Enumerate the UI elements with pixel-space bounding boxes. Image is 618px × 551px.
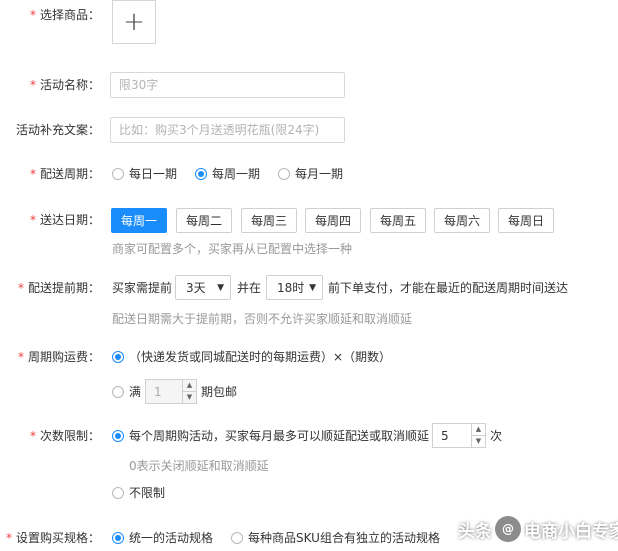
chevron-up-icon[interactable]: ▲ [472,424,485,435]
advance-hint: 配送日期需大于提前期，否则不允许买家顺延和取消顺延 [112,312,413,326]
required-mark: * [29,429,36,443]
cycle-monthly-radio[interactable]: 每月一期 [278,164,343,184]
advance-days-value: 3天 [186,281,206,295]
spec-unified-label: 统一的活动规格 [129,531,214,545]
times-limit-label-text: 次数限制： [39,429,100,443]
radio-icon [231,532,244,544]
chevron-down-icon[interactable]: ▼ [183,391,196,403]
shipping-formula-label: （快递发货或同城配送时的每期运费）×（期数） [129,350,392,364]
chevron-down-icon[interactable]: ▼ [472,435,485,447]
limit-unlimited-radio[interactable]: 不限制 [112,483,165,503]
day-button-tue[interactable]: 每周二 [176,208,232,233]
stepper-arrows: ▲ ▼ [182,380,196,403]
radio-icon [112,168,124,180]
shipping-free-radio[interactable]: 满 [112,382,141,402]
shipping-formula-radio[interactable]: （快递发货或同城配送时的每期运费）×（期数） [112,347,391,367]
advance-days-select[interactable]: 3天 ▼ [175,275,231,300]
radio-checked-icon [195,168,208,180]
chevron-up-icon[interactable]: ▲ [183,380,196,391]
limit-count-value: 5 [441,428,449,443]
caret-down-icon: ▼ [309,282,316,293]
delivery-date-hint: 商家可配置多个，买家再从已配置中选择一种 [112,242,353,256]
limit-hint: 0表示关闭顺延和取消顺延 [129,459,269,473]
required-mark: * [5,531,12,545]
radio-checked-icon [112,430,124,442]
advance-mid: 并在 [237,281,262,295]
delivery-date-label: * 送达日期： [0,210,100,230]
required-mark: * [29,213,36,227]
delivery-cycle-label: * 配送周期： [0,164,100,184]
select-goods-label: * 选择商品： [0,5,100,25]
activity-supplement-input[interactable] [110,117,345,143]
radio-checked-icon [112,351,124,363]
limit-unit: 次 [490,429,503,443]
purchase-spec-label: * 设置购买规格： [0,528,100,548]
delivery-cycle-options: 每日一期 每周一期 每月一期 [112,164,361,184]
times-limit-label: * 次数限制： [0,426,100,446]
cycle-weekly-radio[interactable]: 每周一期 [195,164,260,184]
purchase-spec-label-text: 设置购买规格： [15,531,100,545]
limit-unlimited-label: 不限制 [129,486,166,500]
advance-hour-value: 18时 [277,281,305,295]
cycle-shipping-label: * 周期购运费： [0,347,100,367]
spec-independent-label: 每种商品SKU组合有独立的活动规格 [248,531,440,545]
limit-count-stepper[interactable]: 5 ▲ ▼ [432,423,486,448]
limit-per-activity-radio[interactable]: 每个周期购活动，买家每月最多可以顺延配送或取消顺延 [112,426,429,446]
day-button-sun[interactable]: 每周日 [498,208,554,233]
activity-name-label: * 活动名称： [0,75,100,95]
shipping-free-prefix: 满 [129,385,142,399]
radio-icon [112,487,124,499]
spec-independent-radio[interactable]: 每种商品SKU组合有独立的活动规格 [231,528,440,548]
radio-icon [112,386,124,398]
watermark-name: 电商小白专家 [524,521,618,542]
delivery-advance-label-text: 配送提前期： [27,281,100,295]
limit-per-activity-label: 每个周期购活动，买家每月最多可以顺延配送或取消顺延 [129,429,430,443]
delivery-date-label-text: 送达日期： [39,213,100,227]
free-shipping-value: 1 [154,384,162,399]
caret-down-icon: ▼ [217,282,224,293]
day-button-thu[interactable]: 每周四 [305,208,361,233]
radio-icon [278,168,291,180]
add-goods-button[interactable]: + [112,0,156,44]
day-button-sat[interactable]: 每周六 [434,208,490,233]
select-goods-label-text: 选择商品： [39,8,100,22]
watermark: 头条 @ 电商小白专家 [458,516,618,542]
required-mark: * [29,78,36,92]
cycle-daily-radio[interactable]: 每日一期 [112,164,177,184]
stepper-arrows: ▲ ▼ [471,424,485,447]
required-mark: * [17,350,24,364]
radio-checked-icon [112,532,124,544]
activity-name-label-text: 活动名称： [39,78,100,92]
spec-options: 统一的活动规格 每种商品SKU组合有独立的活动规格 [112,528,458,548]
activity-name-input[interactable] [110,72,345,98]
free-shipping-stepper[interactable]: 1 ▲ ▼ [145,379,197,404]
cycle-shipping-label-text: 周期购运费： [27,350,100,364]
advance-prefix: 买家需提前 [112,281,173,295]
shipping-free-suffix: 期包邮 [201,385,238,399]
day-button-fri[interactable]: 每周五 [370,208,426,233]
cycle-weekly-label: 每周一期 [212,167,261,181]
watermark-prefix: 头条 [458,521,492,542]
required-mark: * [29,8,36,22]
advance-hour-select[interactable]: 18时 ▼ [266,275,323,300]
day-button-wed[interactable]: 每周三 [241,208,297,233]
activity-supplement-label: 活动补充文案： [0,120,100,140]
spec-unified-radio[interactable]: 统一的活动规格 [112,528,213,548]
watermark-logo-icon: @ [495,516,521,542]
delivery-cycle-label-text: 配送周期： [39,167,100,181]
advance-suffix: 前下单支付，才能在最近的配送周期时间送达 [328,281,569,295]
required-mark: * [29,167,36,181]
cycle-daily-label: 每日一期 [129,167,178,181]
delivery-advance-label: * 配送提前期： [0,278,100,298]
activity-supplement-label-text: 活动补充文案： [15,123,100,137]
plus-icon: + [123,7,145,37]
required-mark: * [17,281,24,295]
day-button-mon[interactable]: 每周一 [111,208,167,233]
cycle-monthly-label: 每月一期 [295,167,344,181]
